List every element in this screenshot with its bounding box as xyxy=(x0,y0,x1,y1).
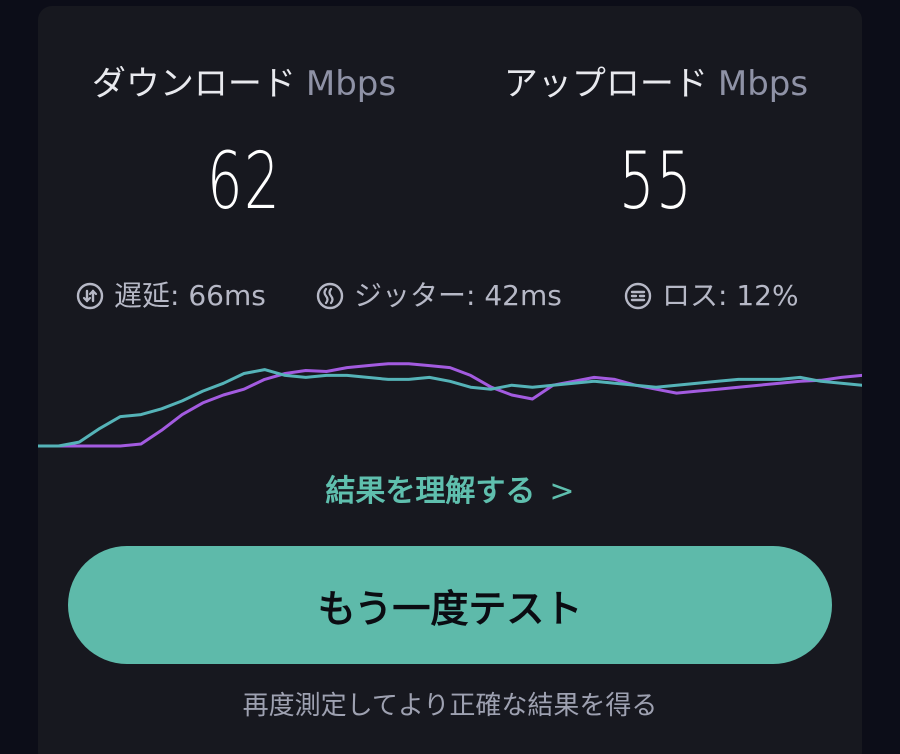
upload-unit: Mbps xyxy=(717,64,809,104)
understand-results-label: 結果を理解する xyxy=(325,474,536,509)
upload-label-row: アップロード Mbps xyxy=(450,62,862,106)
speed-result-card: ダウンロード Mbps 62 アップロード Mbps 55 遅延: 66ms ジ… xyxy=(38,6,862,754)
packet-loss-metric: ロス: 12% xyxy=(624,274,799,318)
jitter-icon xyxy=(316,282,344,310)
latency-icon xyxy=(76,282,104,310)
speed-graph xyxy=(38,362,862,448)
latency-text: 遅延: 66ms xyxy=(114,279,266,312)
download-speed-line xyxy=(38,362,862,448)
download-value: 62 xyxy=(206,137,282,227)
chevron-right-icon: > xyxy=(549,474,575,509)
download-unit: Mbps xyxy=(305,64,397,104)
download-label-row: ダウンロード Mbps xyxy=(38,62,450,106)
understand-results-link[interactable]: 結果を理解する > xyxy=(38,470,862,514)
metrics-row: 遅延: 66ms ジッター: 42ms ロス: 12% xyxy=(38,274,862,318)
upload-value: 55 xyxy=(618,137,694,227)
upload-label: アップロード xyxy=(503,64,708,104)
upload-speed-line xyxy=(38,368,862,448)
jitter-metric: ジッター: 42ms xyxy=(316,274,562,318)
jitter-text: ジッター: 42ms xyxy=(354,279,562,312)
retest-hint: 再度測定してより正確な結果を得る xyxy=(242,691,658,721)
packet-loss-text: ロス: 12% xyxy=(662,279,799,312)
latency-metric: 遅延: 66ms xyxy=(76,274,266,318)
packet-loss-icon xyxy=(624,282,652,310)
download-label: ダウンロード xyxy=(91,64,296,104)
retest-button[interactable]: もう一度テスト xyxy=(68,546,832,664)
